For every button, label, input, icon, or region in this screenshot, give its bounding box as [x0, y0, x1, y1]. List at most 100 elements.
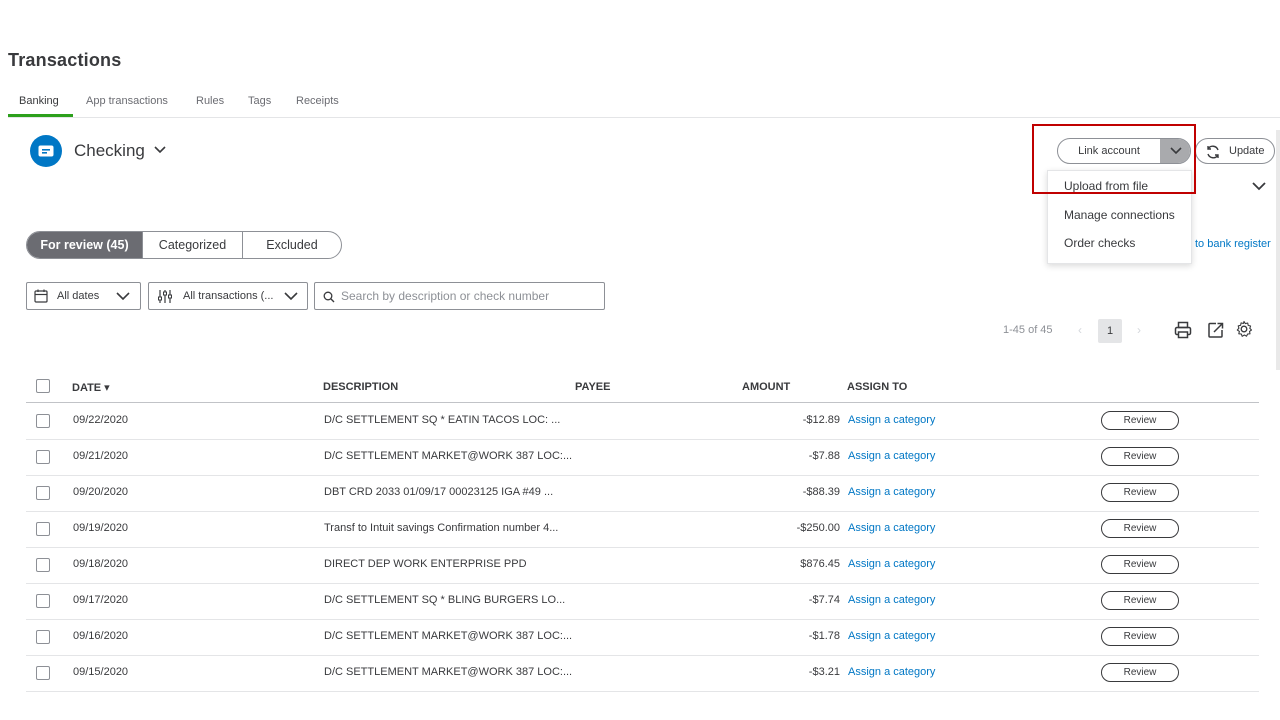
pagination-next-button[interactable]: › [1137, 323, 1141, 337]
review-status-toggle: For review (45) Categorized Excluded [26, 231, 342, 259]
assign-category-link[interactable]: Assign a category [848, 666, 935, 678]
update-label: Update [1229, 145, 1265, 157]
column-header-amount[interactable]: AMOUNT [742, 381, 790, 393]
search-input[interactable] [341, 287, 596, 305]
row-description: D/C SETTLEMENT MARKET@WORK 387 LOC:... [324, 630, 573, 642]
row-date: 09/20/2020 [73, 486, 129, 498]
search-icon [323, 291, 335, 303]
column-header-description[interactable]: DESCRIPTION [323, 381, 398, 393]
review-button[interactable]: Review [1101, 519, 1179, 538]
table-row[interactable]: 09/19/2020 Transf to Intuit savings Confi… [26, 511, 1259, 548]
row-description: D/C SETTLEMENT SQ * EATIN TACOS LOC: ... [324, 414, 561, 426]
active-tab-indicator [8, 114, 73, 117]
date-filter-dropdown[interactable]: All dates [26, 282, 141, 310]
table-row[interactable]: 09/17/2020 D/C SETTLEMENT SQ * BLING BURG… [26, 583, 1259, 620]
row-checkbox[interactable] [36, 414, 50, 428]
row-description: DBT CRD 2033 01/09/17 00023125 IGA #49 .… [324, 486, 554, 498]
filter-sliders-icon [158, 290, 172, 303]
column-header-payee[interactable]: PAYEE [575, 381, 610, 393]
row-amount: -$7.74 [808, 594, 840, 606]
pagination-range: 1-45 of 45 [1003, 324, 1053, 336]
row-amount: -$1.78 [808, 630, 840, 642]
row-description: D/C SETTLEMENT MARKET@WORK 387 LOC:... [324, 450, 573, 462]
tab-banking[interactable]: Banking [19, 95, 59, 107]
assign-category-link[interactable]: Assign a category [848, 486, 935, 498]
row-date: 09/22/2020 [73, 414, 129, 426]
table-row[interactable]: 09/21/2020 D/C SETTLEMENT MARKET@WORK 387… [26, 439, 1259, 476]
segment-excluded[interactable]: Excluded [242, 232, 341, 258]
tab-receipts[interactable]: Receipts [296, 95, 339, 107]
segment-for-review[interactable]: For review (45) [27, 232, 142, 258]
table-header: DATE ▾ DESCRIPTION PAYEE AMOUNT ASSIGN T… [26, 372, 1259, 403]
menu-item-manage-connections[interactable]: Manage connections [1064, 208, 1175, 222]
tab-tags[interactable]: Tags [248, 95, 271, 107]
tab-app-transactions[interactable]: App transactions [86, 95, 168, 107]
table-row[interactable]: 09/16/2020 D/C SETTLEMENT MARKET@WORK 387… [26, 619, 1259, 656]
row-amount: -$250.00 [796, 522, 840, 534]
review-button[interactable]: Review [1101, 411, 1179, 430]
refresh-icon [1207, 145, 1219, 159]
row-description: D/C SETTLEMENT MARKET@WORK 387 LOC:... [324, 666, 573, 678]
row-description: DIRECT DEP WORK ENTERPRISE PPD [324, 558, 527, 570]
review-button[interactable]: Review [1101, 483, 1179, 502]
row-amount: $876.45 [800, 558, 840, 570]
assign-category-link[interactable]: Assign a category [848, 450, 935, 462]
tab-rules[interactable]: Rules [196, 95, 224, 107]
assign-category-link[interactable]: Assign a category [848, 414, 935, 426]
column-header-date[interactable]: DATE ▾ [72, 381, 110, 394]
table-row[interactable]: 09/18/2020 DIRECT DEP WORK ENTERPRISE PPD… [26, 547, 1259, 584]
row-checkbox[interactable] [36, 630, 50, 644]
row-amount: -$3.21 [808, 666, 840, 678]
bank-card-icon [30, 135, 62, 167]
row-date: 09/17/2020 [73, 594, 129, 606]
row-date: 09/21/2020 [73, 450, 129, 462]
pagination-prev-button[interactable]: ‹ [1078, 323, 1082, 337]
menu-item-order-checks[interactable]: Order checks [1064, 236, 1135, 250]
table-row[interactable]: 09/15/2020 D/C SETTLEMENT MARKET@WORK 387… [26, 655, 1259, 692]
review-button[interactable]: Review [1101, 591, 1179, 610]
row-checkbox[interactable] [36, 594, 50, 608]
row-date: 09/15/2020 [73, 666, 129, 678]
review-button[interactable]: Review [1101, 663, 1179, 682]
chevron-down-icon [116, 292, 130, 301]
row-amount: -$88.39 [802, 486, 840, 498]
collapse-chevron-icon[interactable] [1250, 180, 1268, 199]
chevron-down-icon[interactable] [152, 142, 168, 163]
column-header-assign-to[interactable]: ASSIGN TO [847, 381, 907, 393]
select-all-checkbox[interactable] [36, 379, 50, 393]
account-name[interactable]: Checking [74, 141, 145, 161]
segment-categorized[interactable]: Categorized [142, 232, 242, 258]
date-filter-label: All dates [57, 290, 100, 302]
row-checkbox[interactable] [36, 666, 50, 680]
scrollbar[interactable] [1276, 130, 1280, 370]
review-button[interactable]: Review [1101, 555, 1179, 574]
assign-category-link[interactable]: Assign a category [848, 558, 935, 570]
table-row[interactable]: 09/22/2020 D/C SETTLEMENT SQ * EATIN TACO… [26, 403, 1259, 440]
go-to-bank-register-link[interactable]: to bank register [1195, 238, 1271, 250]
assign-category-link[interactable]: Assign a category [848, 594, 935, 606]
table-row[interactable]: 09/20/2020 DBT CRD 2033 01/09/17 00023125… [26, 475, 1259, 512]
export-icon[interactable] [1207, 321, 1225, 339]
row-checkbox[interactable] [36, 558, 50, 572]
row-date: 09/18/2020 [73, 558, 129, 570]
search-box [314, 282, 605, 310]
review-button[interactable]: Review [1101, 627, 1179, 646]
page-title: Transactions [8, 50, 122, 70]
pagination-current-page[interactable]: 1 [1098, 319, 1122, 343]
assign-category-link[interactable]: Assign a category [848, 522, 935, 534]
review-button[interactable]: Review [1101, 447, 1179, 466]
update-button[interactable]: Update [1195, 138, 1275, 164]
print-icon[interactable] [1174, 321, 1192, 339]
transactions-filter-label: All transactions (... [183, 290, 274, 302]
chevron-down-icon [284, 292, 298, 301]
row-date: 09/19/2020 [73, 522, 129, 534]
transactions-filter-dropdown[interactable]: All transactions (... [148, 282, 308, 310]
row-checkbox[interactable] [36, 450, 50, 464]
row-checkbox[interactable] [36, 486, 50, 500]
assign-category-link[interactable]: Assign a category [848, 630, 935, 642]
gear-icon[interactable] [1235, 320, 1253, 338]
tab-bar: Banking App transactions Rules Tags Rece… [8, 92, 1280, 118]
row-description: D/C SETTLEMENT SQ * BLING BURGERS LO... [324, 594, 566, 606]
row-checkbox[interactable] [36, 522, 50, 536]
row-amount: -$12.89 [802, 414, 840, 426]
